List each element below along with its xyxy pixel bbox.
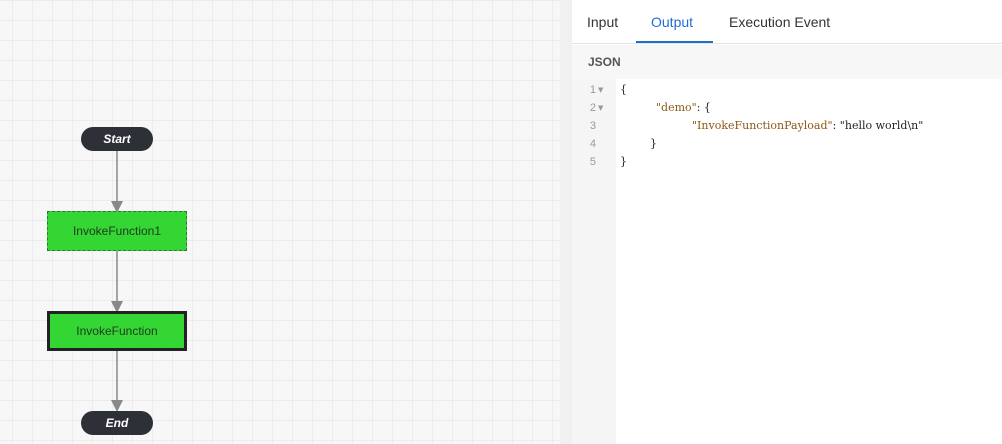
code-line: 2 ▼ "demo": {: [572, 99, 1002, 117]
format-label: JSON: [588, 55, 621, 69]
code-text: }: [650, 137, 657, 150]
details-panel: Input Output Execution Event JSON 1 ▼ { …: [572, 0, 1002, 444]
task-node-invokefunction[interactable]: InvokeFunction: [47, 311, 187, 351]
format-header: JSON: [572, 45, 1002, 79]
start-node[interactable]: Start: [81, 127, 153, 151]
code-line: 5 }: [572, 153, 1002, 171]
flow-canvas[interactable]: Start InvokeFunction1 InvokeFunction End: [0, 0, 560, 444]
fold-toggle-icon[interactable]: ▼: [598, 81, 603, 99]
tab-execution-event-label: Execution Event: [729, 14, 831, 30]
task-node-label: InvokeFunction: [76, 324, 158, 338]
json-value: : "hello world\n": [832, 119, 924, 132]
task-node-invokefunction1[interactable]: InvokeFunction1: [47, 211, 187, 251]
end-node[interactable]: End: [81, 411, 153, 435]
json-punctuation: : {: [696, 101, 711, 114]
tab-input-label: Input: [587, 14, 619, 30]
line-number: 3: [589, 120, 596, 132]
line-number: 2: [589, 102, 596, 114]
active-tab-indicator: [636, 41, 713, 43]
code-line: 4 }: [572, 135, 1002, 153]
end-node-label: End: [105, 416, 129, 430]
tab-bar: Input Output Execution Event: [572, 0, 1002, 44]
code-text: "demo": {: [656, 99, 711, 117]
json-viewer[interactable]: 1 ▼ { 2 ▼ "demo": { 3 "InvokeFunctionPay…: [572, 79, 1002, 444]
tab-execution-event[interactable]: Execution Event: [729, 0, 830, 44]
code-line: 1 ▼ {: [572, 81, 1002, 99]
start-node-label: Start: [103, 132, 131, 146]
line-number: 4: [589, 138, 596, 150]
code-text: {: [620, 83, 627, 96]
code-text: }: [620, 155, 627, 168]
line-number: 1: [589, 84, 596, 96]
code-line: 3 "InvokeFunctionPayload": "hello world\…: [572, 117, 1002, 135]
tab-input[interactable]: Input: [587, 0, 618, 44]
fold-toggle-icon[interactable]: ▼: [598, 99, 603, 117]
json-key: "demo": [656, 101, 697, 114]
workflow-execution-view: Start InvokeFunction1 InvokeFunction End…: [0, 0, 1002, 444]
json-key: "InvokeFunctionPayload": [692, 119, 833, 132]
line-number: 5: [589, 156, 596, 168]
task-node-label: InvokeFunction1: [72, 224, 162, 238]
tab-output[interactable]: Output: [651, 0, 693, 44]
panel-divider[interactable]: [560, 0, 572, 444]
tab-output-label: Output: [651, 14, 694, 30]
code-text: "InvokeFunctionPayload": "hello world\n": [692, 117, 923, 135]
